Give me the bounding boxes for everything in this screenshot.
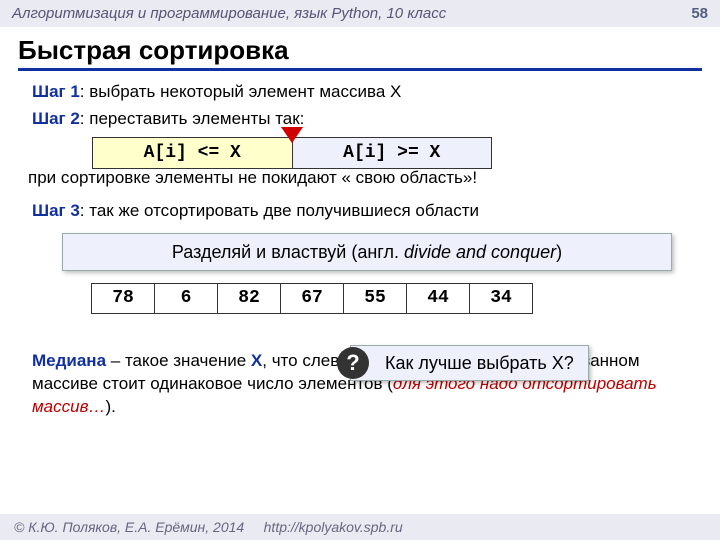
partition-diagram: A[i] <= X A[i] >= X (92, 137, 492, 169)
slide-header: Алгоритмизация и программирование, язык … (0, 0, 720, 27)
median-x: X (251, 351, 262, 370)
sample-array: 78 6 82 67 55 44 34 (92, 283, 692, 313)
partition-note: при сортировке элементы не покидают « св… (28, 167, 692, 190)
footer-copyright: © К.Ю. Поляков, Е.А. Ерёмин, 2014 (14, 519, 244, 535)
question-text: Как лучше выбрать X? (385, 353, 574, 373)
step-1: Шаг 1: выбрать некоторый элемент массива… (32, 81, 692, 104)
array-cell: 6 (154, 283, 218, 313)
step-3: Шаг 3: так же отсортировать две получивш… (32, 200, 692, 223)
callout-tail: ) (556, 242, 562, 262)
array-cell: 44 (406, 283, 470, 313)
pivot-marker-icon (281, 127, 303, 143)
callout-en: divide and conquer (404, 242, 556, 262)
array-cell: 82 (217, 283, 281, 313)
step-3-text: : так же отсортировать две получившиеся … (80, 201, 479, 220)
array-cell: 78 (91, 283, 155, 313)
step-3-label: Шаг 3 (32, 201, 80, 220)
step-2: Шаг 2: переставить элементы так: (32, 108, 692, 131)
partition-right: A[i] >= X (293, 138, 492, 168)
step-1-text: : выбрать некоторый элемент массива X (80, 82, 402, 101)
divide-conquer-callout: Разделяй и властвуй (англ. divide and co… (62, 233, 672, 271)
course-name: Алгоритмизация и программирование, язык … (12, 5, 446, 22)
array-cell: 55 (343, 283, 407, 313)
median-label: Медиана (32, 351, 106, 370)
step-2-text: : переставить элементы так: (80, 109, 305, 128)
question-mark-icon: ? (337, 347, 369, 379)
median-body1: – такое значение (106, 351, 251, 370)
content-area: Шаг 1: выбрать некоторый элемент массива… (0, 71, 720, 418)
step-2-label: Шаг 2 (32, 109, 80, 128)
array-cell: 67 (280, 283, 344, 313)
footer-url: http://kpolyakov.spb.ru (264, 519, 403, 535)
step-1-label: Шаг 1 (32, 82, 80, 101)
question-callout: ? Как лучше выбрать X? (350, 345, 589, 381)
array-cell: 34 (469, 283, 533, 313)
callout-ru: Разделяй и властвуй (англ. (172, 242, 404, 262)
page-number: 58 (691, 5, 708, 22)
partition-left: A[i] <= X (93, 138, 293, 168)
page-title: Быстрая сортировка (18, 35, 702, 71)
median-tail: ). (105, 397, 115, 416)
slide-footer: © К.Ю. Поляков, Е.А. Ерёмин, 2014 http:/… (0, 514, 720, 540)
